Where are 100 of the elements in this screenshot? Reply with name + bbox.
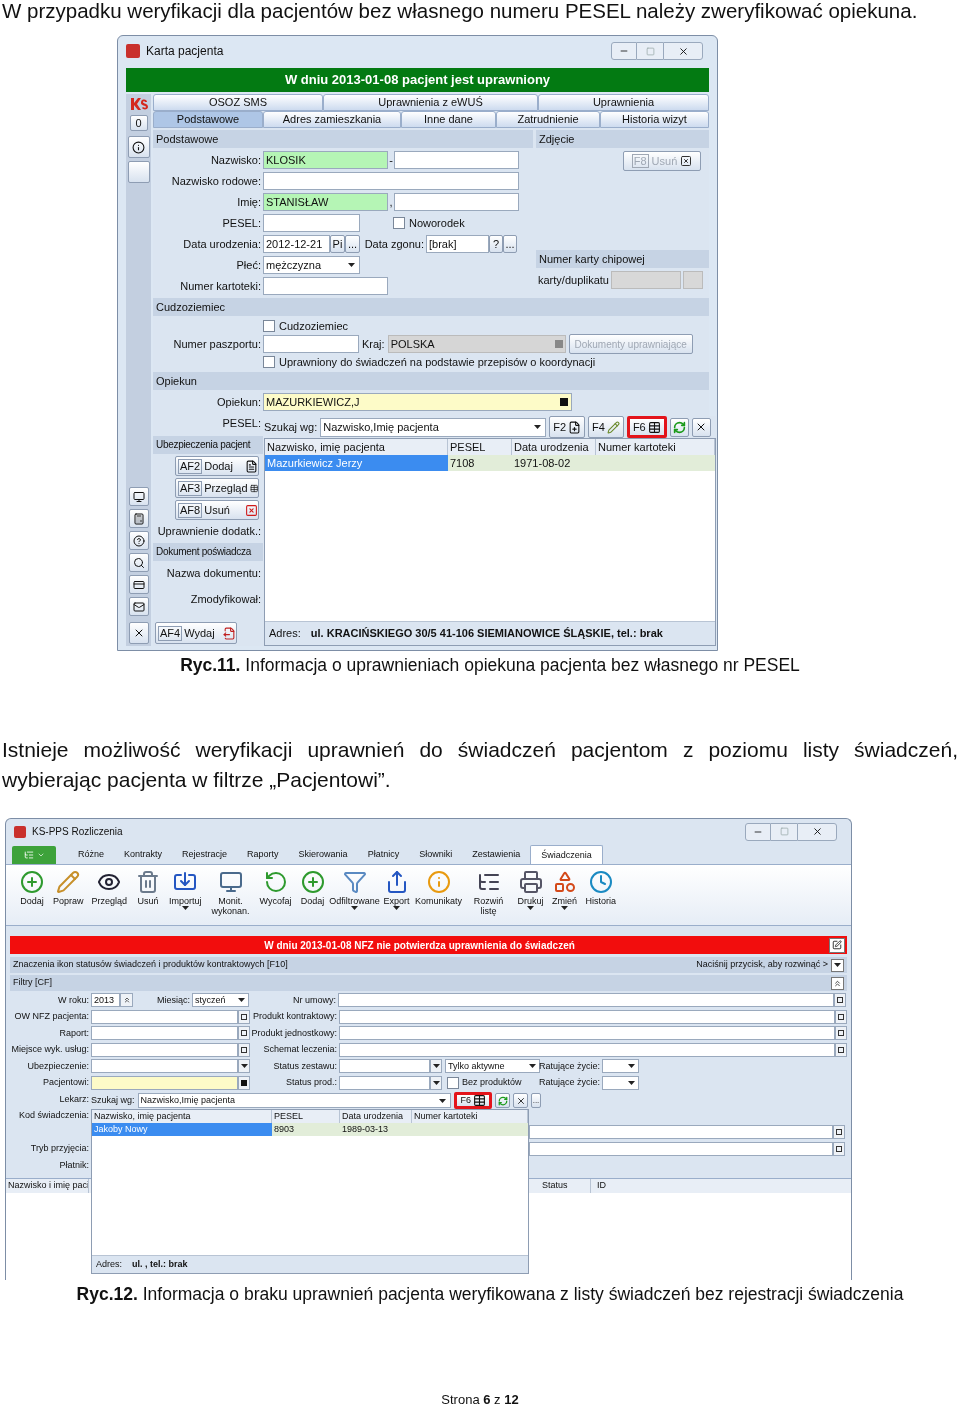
tab[interactable]: Zatrudnienie xyxy=(496,111,600,128)
column-header[interactable]: Nazwisko i imię paci xyxy=(6,1178,89,1193)
life-saving-select[interactable] xyxy=(602,1059,639,1074)
filter-field[interactable] xyxy=(529,1125,833,1140)
tab[interactable]: Inne dane xyxy=(401,111,496,128)
text-field[interactable] xyxy=(263,277,388,295)
filter-field[interactable] xyxy=(91,1042,238,1057)
browse-button[interactable]: AF3 Przegląd xyxy=(175,478,259,498)
search-button[interactable] xyxy=(128,553,149,572)
ribbon-tab[interactable]: Skierowania xyxy=(288,845,358,864)
filter-field[interactable] xyxy=(338,993,834,1008)
filter-field[interactable] xyxy=(91,1026,238,1041)
pick-button[interactable] xyxy=(835,1026,847,1041)
toolbar-button[interactable]: Komunikaty xyxy=(414,870,463,906)
column-header[interactable]: ID xyxy=(591,1178,633,1193)
card-number-field[interactable] xyxy=(610,271,681,289)
ribbon-tab[interactable]: Raporty xyxy=(237,845,289,864)
toolbar-button[interactable]: Drukuj xyxy=(514,870,547,910)
search-by-select[interactable]: Nazwisko,Imię pacjenta xyxy=(320,417,547,437)
collapse-button[interactable] xyxy=(831,976,844,990)
close-button[interactable] xyxy=(128,622,149,644)
filter-field[interactable] xyxy=(91,1009,238,1024)
ribbon-tab[interactable]: Różne xyxy=(68,845,114,864)
help-button[interactable] xyxy=(128,531,149,550)
toolbar-button[interactable]: Historia xyxy=(582,870,620,906)
minimize-button[interactable] xyxy=(745,822,771,841)
tab[interactable]: Uprawnienia xyxy=(538,94,709,111)
pick-button[interactable] xyxy=(833,1141,845,1156)
filter-field[interactable] xyxy=(339,1075,430,1090)
refresh-button[interactable] xyxy=(669,417,689,437)
dropdown-button[interactable] xyxy=(238,1059,250,1074)
tab[interactable]: Uprawnienia z eWUŚ xyxy=(323,94,538,111)
filter-field[interactable] xyxy=(339,1009,835,1024)
toolbar-button[interactable]: Zmień xyxy=(548,870,581,910)
text-field[interactable] xyxy=(263,214,360,232)
app-menu-button[interactable] xyxy=(12,846,56,864)
shortcut-button[interactable]: F4 xyxy=(588,416,624,438)
shortcut-button[interactable]: F6 xyxy=(454,1092,492,1109)
ribbon-tab[interactable]: Słowniki xyxy=(409,845,463,864)
toolbar-button[interactable]: Popraw xyxy=(50,870,87,906)
result-row[interactable]: Mazurkiewicz Jerzy 7108 1971-08-02 xyxy=(265,455,715,471)
text-field[interactable]: [brak] xyxy=(426,235,489,253)
text-field[interactable] xyxy=(394,193,519,211)
dropdown-button[interactable] xyxy=(430,1059,442,1074)
minimize-button[interactable] xyxy=(611,42,637,60)
sex-select[interactable]: mężczyzna xyxy=(263,256,360,274)
monitor-button[interactable] xyxy=(128,487,149,506)
toolbar-button[interactable]: Rozwiń listę xyxy=(464,870,513,916)
shortcut-button[interactable]: F2 xyxy=(549,416,586,438)
issue-button[interactable]: AF4 Wydaj xyxy=(155,622,237,644)
filter-field[interactable] xyxy=(339,1026,835,1041)
delete-button[interactable]: AF8 Usuń xyxy=(175,500,259,520)
pick-button[interactable] xyxy=(835,1042,847,1057)
tab[interactable]: Adres zamieszkania xyxy=(263,111,401,128)
toolbar-button[interactable]: Importuj xyxy=(166,870,205,910)
text-field[interactable] xyxy=(263,335,359,353)
calculator-button[interactable] xyxy=(128,509,149,528)
pick-button[interactable] xyxy=(238,1042,250,1057)
shortcut-button[interactable]: F6 xyxy=(626,416,667,438)
tab[interactable]: OSOZ SMS xyxy=(153,94,323,111)
toolbar-button[interactable]: Przegląd xyxy=(88,870,131,906)
refresh-button[interactable] xyxy=(495,1093,510,1108)
pick-button[interactable] xyxy=(834,993,846,1008)
toolbar-button[interactable]: Dodaj xyxy=(16,870,48,906)
help-button[interactable]: ? xyxy=(489,235,503,253)
pick-button[interactable] xyxy=(238,1009,250,1024)
add-button[interactable]: AF2 Dodaj xyxy=(175,456,259,476)
filter-field[interactable] xyxy=(339,1059,430,1074)
counter-button[interactable]: 0 xyxy=(129,115,148,131)
ribbon-tab[interactable]: Rejestracje xyxy=(172,845,238,864)
month-select[interactable]: styczeń xyxy=(192,993,249,1008)
ribbon-tab[interactable]: Płatnicy xyxy=(357,845,410,864)
filter-field[interactable] xyxy=(91,1059,238,1074)
filter-field[interactable] xyxy=(339,1042,835,1057)
expand-button[interactable] xyxy=(831,958,844,972)
mail-button[interactable] xyxy=(128,597,149,616)
text-field[interactable]: STANISŁAW xyxy=(263,193,388,211)
filter-field[interactable] xyxy=(91,1075,238,1090)
pick-button[interactable] xyxy=(833,1125,845,1140)
maximize-button[interactable] xyxy=(771,822,797,841)
active-select[interactable]: Tylko aktywne xyxy=(445,1059,540,1074)
tab[interactable]: Podstawowe xyxy=(153,111,263,128)
country-field[interactable]: POLSKA xyxy=(387,335,566,353)
ribbon-tab[interactable]: Kontrakty xyxy=(114,845,173,864)
pick-button[interactable] xyxy=(835,1009,847,1024)
life-saving-select[interactable] xyxy=(602,1075,639,1090)
checkbox[interactable] xyxy=(393,217,405,229)
card-button[interactable] xyxy=(128,575,149,594)
info-button[interactable] xyxy=(127,136,150,158)
search-by-select[interactable]: Nazwisko,Imię pacjenta xyxy=(137,1093,452,1108)
picker-button[interactable]: Pi xyxy=(330,235,345,253)
toolbar-button[interactable]: Usuń xyxy=(132,870,165,906)
checkbox[interactable] xyxy=(263,356,275,368)
text-field[interactable]: 2012-12-21 xyxy=(263,235,330,253)
column-header[interactable]: Status xyxy=(536,1178,591,1193)
text-field[interactable] xyxy=(394,151,519,169)
more-button[interactable]: ... xyxy=(531,1093,541,1108)
guardian-field[interactable]: MAZURKIEWICZ,J xyxy=(263,393,572,411)
checkbox[interactable] xyxy=(447,1076,459,1089)
maximize-button[interactable] xyxy=(637,42,663,60)
